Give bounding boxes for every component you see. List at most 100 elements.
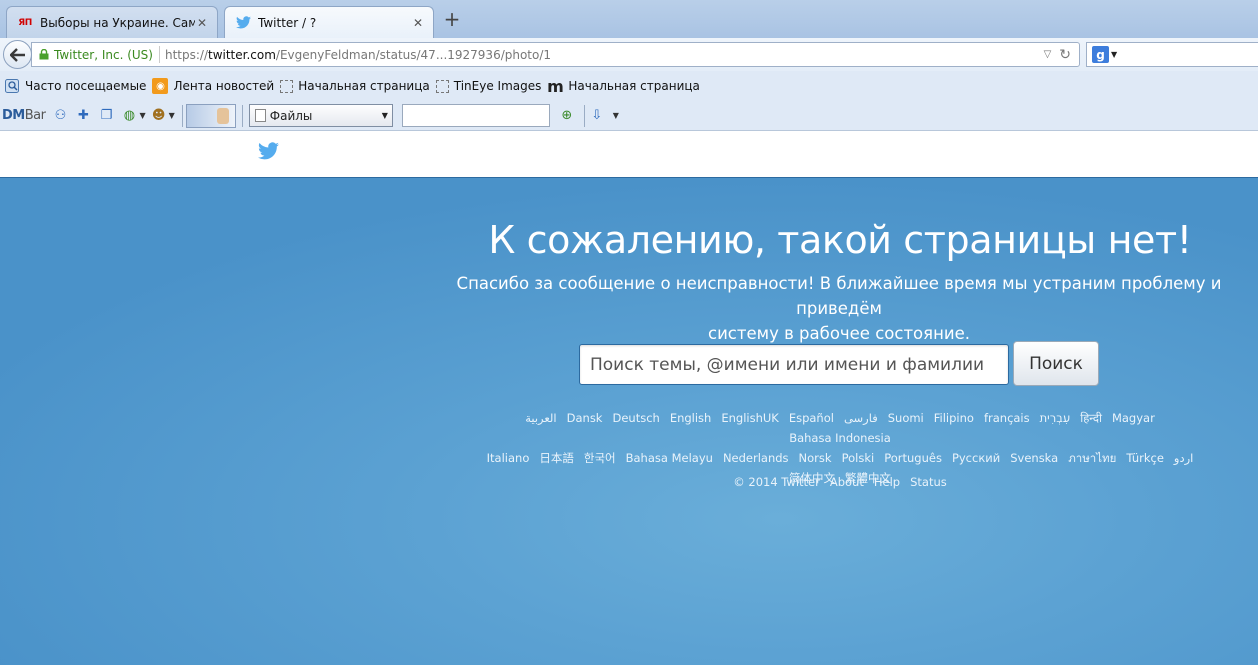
twitter-logo-icon[interactable]	[258, 142, 279, 160]
subtitle-line: Спасибо за сообщение о неисправности! В …	[456, 274, 1222, 318]
language-row: العربية Dansk Deutsch English EnglishUK Españ…	[470, 408, 1210, 448]
windows-icon[interactable]: ❐	[97, 107, 115, 125]
language-link[interactable]: اردو	[1174, 448, 1193, 468]
new-tab-button[interactable]: +	[442, 9, 462, 29]
language-link[interactable]: Русский	[952, 448, 1000, 468]
bookmark-label: Начальная страница	[568, 79, 700, 93]
language-link[interactable]: Bahasa Melayu	[626, 448, 713, 468]
back-button[interactable]	[3, 40, 32, 69]
plus-icon[interactable]: ✚	[74, 107, 92, 125]
hand-icon	[216, 107, 229, 124]
bookmark-label: Лента новостей	[173, 79, 275, 93]
close-tab-icon[interactable]: ✕	[195, 16, 209, 30]
users-icon[interactable]: ⚇	[51, 107, 69, 125]
tab-title: Twitter / ?	[258, 15, 317, 30]
yap-favicon-icon: ЯП	[18, 17, 32, 28]
dmbar-toolbar: DMBar ⚇ ✚ ❐ ◍ ▼ ☻ ▼ Файлы ▼ ⊕ ⇩ ▼	[0, 101, 1258, 131]
footer-link[interactable]: Status	[910, 475, 947, 489]
language-link[interactable]: हिन्दी	[1080, 408, 1102, 428]
files-select-value: Файлы	[269, 108, 313, 123]
language-link[interactable]: ภาษาไทย	[1068, 448, 1116, 468]
language-link[interactable]: עִבְרִית	[1040, 408, 1071, 428]
tab-twitter[interactable]: Twitter / ? ✕	[224, 6, 434, 38]
language-link[interactable]: Magyar	[1112, 408, 1155, 428]
language-link[interactable]: Filipino	[934, 408, 974, 428]
download-icon[interactable]: ⇩	[588, 107, 606, 125]
bookmark-news-feed[interactable]: ◉ Лента новостей	[152, 78, 274, 94]
reload-icon[interactable]: ↻	[1059, 47, 1071, 63]
bookmark-tineye[interactable]: TinEye Images	[435, 79, 542, 93]
toolbar-separator	[583, 104, 585, 127]
site-identity[interactable]: Twitter, Inc. (US)	[54, 48, 153, 62]
language-link[interactable]: Dansk	[567, 408, 603, 428]
page-subtitle: Спасибо за сообщение о неисправности! В …	[418, 271, 1258, 346]
files-select[interactable]: Файлы ▼	[248, 104, 393, 127]
footer-link[interactable]: About	[830, 475, 864, 489]
dmbar-search-input[interactable]	[401, 104, 550, 127]
dropdown-arrow-icon[interactable]: ▼	[169, 111, 175, 120]
language-link[interactable]: فارسی	[844, 408, 878, 428]
language-link[interactable]: Português	[884, 448, 942, 468]
url-bar[interactable]: Twitter, Inc. (US) https://twitter.com/E…	[31, 42, 1080, 67]
user-add-icon[interactable]: ☻	[150, 107, 168, 125]
language-link[interactable]: Deutsch	[612, 408, 659, 428]
google-icon[interactable]: g	[1092, 46, 1109, 63]
language-link[interactable]: العربية	[525, 408, 556, 428]
document-icon	[254, 109, 266, 122]
tab-elections[interactable]: ЯП Выборы на Украине. Сам... ✕	[6, 6, 218, 38]
language-link[interactable]: English	[670, 408, 712, 428]
language-row: Italiano 日本語 한국어 Bahasa Melayu Nederlands Nor…	[470, 448, 1210, 468]
bookmarks-bar: Часто посещаемые ◉ Лента новостей Началь…	[0, 71, 1258, 101]
nav-bar: Twitter, Inc. (US) https://twitter.com/E…	[0, 38, 1258, 71]
language-link[interactable]: 日本語	[539, 448, 574, 468]
language-link[interactable]: EnglishUK	[721, 408, 778, 428]
language-link[interactable]: Svenska	[1010, 448, 1058, 468]
footer-link[interactable]: Help	[874, 475, 900, 489]
search-engine-box[interactable]: g ▼	[1086, 42, 1258, 67]
dmbar-logo[interactable]: DMBar	[2, 108, 46, 123]
language-link[interactable]: Bahasa Indonesia	[789, 428, 891, 448]
copyright-text: © 2014 Twitter	[733, 475, 820, 489]
url-dropdown-icon[interactable]: ▽	[1044, 49, 1052, 60]
language-link[interactable]: Polski	[842, 448, 875, 468]
language-link[interactable]: Nederlands	[723, 448, 789, 468]
search-engine-dropdown-icon[interactable]: ▼	[1111, 50, 1117, 59]
globe-icon[interactable]: ◍	[120, 107, 138, 125]
bookmark-label: TinEye Images	[453, 79, 542, 93]
toolbar-separator	[241, 104, 243, 127]
url-text[interactable]: https://twitter.com/EvgenyFeldman/status…	[165, 48, 1044, 62]
bookmark-start-page-m[interactable]: m Начальная страница	[547, 77, 700, 96]
twitter-bird-icon	[235, 15, 251, 31]
language-link[interactable]: Türkçe	[1126, 448, 1164, 468]
search-input[interactable]: Поиск темы, @имени или имени и фамилии	[579, 344, 1009, 385]
lock-icon	[39, 49, 49, 60]
language-link[interactable]: Suomi	[888, 408, 924, 428]
language-link[interactable]: 한국어	[584, 448, 616, 468]
page-title: К сожалению, такой страницы нет!	[488, 218, 1192, 262]
search-go-icon[interactable]: ⊕	[558, 107, 576, 125]
chevron-down-icon: ▼	[381, 111, 388, 120]
toolbar-separator	[181, 104, 183, 127]
close-tab-icon[interactable]: ✕	[411, 16, 425, 30]
dropdown-arrow-icon[interactable]: ▼	[139, 111, 145, 120]
bookmark-label: Начальная страница	[298, 79, 430, 93]
page-icon	[280, 79, 294, 93]
hand-tool-button[interactable]	[185, 103, 236, 128]
frequent-icon	[4, 78, 20, 94]
bookmark-label: Часто посещаемые	[25, 79, 147, 93]
back-arrow-icon	[9, 47, 25, 62]
language-link[interactable]: Italiano	[487, 448, 530, 468]
dropdown-arrow-icon[interactable]: ▼	[613, 111, 619, 120]
language-link[interactable]: Norsk	[799, 448, 832, 468]
footer-links: © 2014 Twitter About Help Status	[700, 475, 980, 489]
language-link[interactable]: Español	[789, 408, 834, 428]
subtitle-line: систему в рабочее состояние.	[708, 324, 970, 343]
search-button[interactable]: Поиск	[1013, 341, 1099, 386]
page-icon	[435, 79, 449, 93]
url-separator	[158, 46, 160, 63]
language-link[interactable]: français	[984, 408, 1030, 428]
tab-title: Выборы на Украине. Сам...	[40, 15, 195, 30]
bookmark-start-page[interactable]: Начальная страница	[280, 79, 430, 93]
rss-icon: ◉	[152, 78, 169, 94]
bookmark-frequent[interactable]: Часто посещаемые	[4, 78, 146, 94]
